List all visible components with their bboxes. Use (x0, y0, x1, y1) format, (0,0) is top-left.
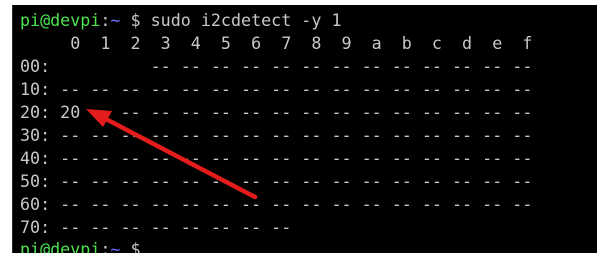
prompt-line: pi@devpi:~ $ (20, 238, 151, 253)
address-row-00: 00: -- -- -- -- -- -- -- -- -- -- -- -- … (20, 56, 533, 76)
prompt-user-host: pi@devpi (20, 239, 101, 253)
command-line: pi@devpi:~ $ sudo i2cdetect -y 1 (20, 9, 342, 32)
prompt-colon: : (100, 10, 111, 30)
column-header: 0 1 2 3 4 5 6 7 8 9 a b c d e f (20, 33, 533, 53)
prompt-colon: : (100, 239, 111, 253)
address-row-20: 20: 20 -- -- -- -- -- -- -- -- -- -- -- … (20, 102, 533, 122)
prompt-path: ~ (110, 10, 121, 30)
prompt-path: ~ (110, 239, 121, 253)
command-text: sudo i2cdetect -y 1 (150, 10, 342, 30)
prompt-symbol: $ (120, 239, 151, 253)
terminal-window[interactable]: pi@devpi:~ $ sudo i2cdetect -y 1 0 1 2 3… (12, 5, 597, 253)
address-row-50: 50: -- -- -- -- -- -- -- -- -- -- -- -- … (20, 171, 533, 191)
address-row-10: 10: -- -- -- -- -- -- -- -- -- -- -- -- … (20, 79, 533, 99)
address-row-30: 30: -- -- -- -- -- -- -- -- -- -- -- -- … (20, 125, 533, 145)
address-row-60: 60: -- -- -- -- -- -- -- -- -- -- -- -- … (20, 194, 533, 214)
prompt-symbol: $ (120, 10, 151, 30)
address-row-70: 70: -- -- -- -- -- -- -- -- (20, 217, 292, 237)
address-row-40: 40: -- -- -- -- -- -- -- -- -- -- -- -- … (20, 148, 533, 168)
prompt-user-host: pi@devpi (20, 10, 101, 30)
